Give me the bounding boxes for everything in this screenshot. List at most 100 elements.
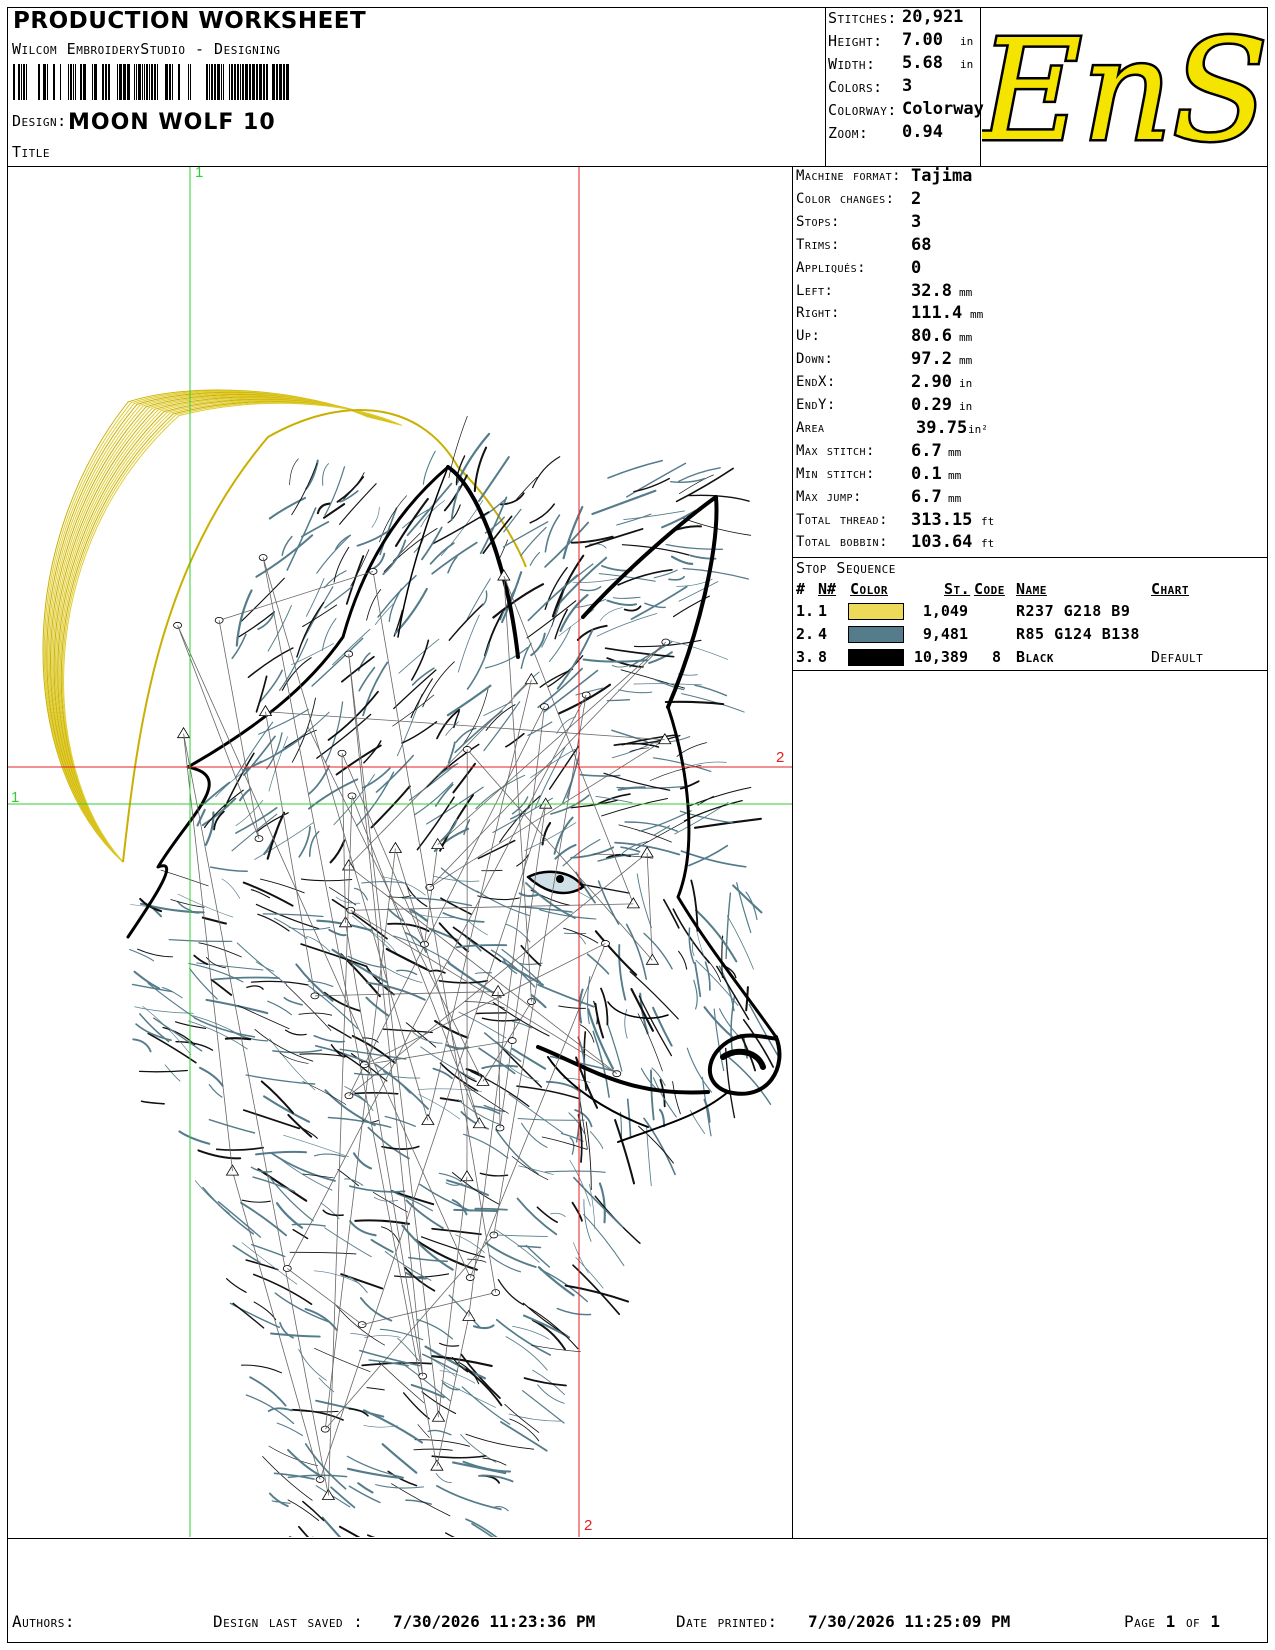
sidebar-divider [792,166,793,1538]
stat-value: 39.75 [916,417,968,438]
stat-unit: in² [968,422,988,436]
footer-top-border [7,1538,1268,1539]
seq-needle: 4 [818,625,828,643]
summary-unit: in [960,35,974,48]
stat-unit: in [959,377,973,391]
stat-value: 6.7 [911,486,942,507]
summary-label: Colors: [828,78,883,96]
stat-value: 0.1 [911,463,942,484]
guide-label-green-top: 1 [195,164,204,181]
stat-value: Tajima [911,166,973,186]
authors-label: Authors: [12,1612,76,1631]
stat-label: Max stitch: [796,442,875,459]
stat-label: Color changes: [796,190,895,207]
seq-color-swatch [848,603,904,620]
stat-value: 68 [911,234,932,255]
col-code: Code [974,580,1005,598]
page-of: of [1185,1612,1201,1631]
seq-needle: 8 [818,648,828,666]
stat-value: 97.2 [911,349,952,370]
stat-unit: mm [948,445,962,459]
summary-label: Width: [828,55,876,73]
stat-value: 80.6 [911,326,952,347]
stat-label: Min stitch: [796,465,875,482]
guide-label-green-left: 1 [11,789,20,806]
col-chart: Chart [1151,580,1190,598]
guide-label-red-bottom: 2 [584,1517,593,1534]
seq-code: 8 [992,648,1002,666]
guide-label-red-right: 2 [776,749,785,766]
logo: EnS [974,8,1270,176]
seq-name: R85 G124 B138 [1016,625,1140,643]
design-canvas [8,167,792,1537]
stat-value: 0 [911,257,922,278]
stat-unit: mm [948,468,962,482]
stat-value: 2 [911,188,922,209]
design-name: MOON WOLF 10 [68,110,276,135]
stats-bottom-border [792,557,1268,558]
seq-needle: 1 [818,602,828,620]
stat-label: Trims: [796,236,840,253]
barcode [13,64,289,100]
worksheet-title: PRODUCTION WORKSHEET [13,8,367,34]
seq-num: 1. [796,602,815,620]
stop-sequence-header: # N# Color St. Code Name Chart [796,580,1266,600]
stat-unit: ft [981,537,995,551]
seq-chart: Default [1151,648,1204,666]
design-label: Design: [12,112,67,130]
summary-label: Height: [828,32,883,50]
stat-label: Down: [796,351,834,368]
header-divider-right [980,7,981,166]
summary-value: 0.94 [902,122,943,142]
summary-value: 5.68 [902,53,943,73]
stop-sequence-rows: 1. 1 1,049 R237 G218 B9 2. 4 9,481 R85 G124 B13… [796,602,1266,668]
stat-label: EndX: [796,374,836,391]
stat-label: Right: [796,305,840,322]
last-saved-label: Design last saved : [213,1612,364,1631]
seq-name: R237 G218 B9 [1016,602,1131,620]
col-num: # [796,580,806,598]
stat-value: 2.90 [911,372,952,393]
stat-label: Area [796,419,825,436]
stat-label: Total thread: [796,511,888,528]
stat-value: 6.7 [911,440,942,461]
stat-label: Machine format: [796,168,902,184]
page-current: 1 [1165,1612,1176,1631]
stat-unit: mm [948,491,962,505]
stat-label: Total bobbin: [796,534,888,551]
stat-unit: in [959,400,973,413]
stat-unit: mm [959,331,973,345]
stat-label: Stops: [796,213,840,230]
seq-color-swatch [848,649,904,666]
stat-label: Left: [796,282,834,299]
summary-label: Colorway: [828,101,897,119]
stats-block: Machine format: Tajima Color changes: 2 Stop… [796,166,1266,554]
page-label: Page [1124,1612,1156,1631]
summary-value: 7.00 [902,30,943,50]
stat-unit: mm [959,285,973,299]
col-name: Name [1016,580,1047,598]
col-st: St. [944,580,971,598]
stat-value: 3 [911,211,922,232]
stat-label: EndY: [796,397,836,413]
stat-value: 0.29 [911,395,952,415]
summary-value: 20,921 [902,7,964,27]
seq-name: Black [1016,648,1055,666]
stat-value: 111.4 [911,303,963,324]
stat-unit: ft [981,514,995,528]
seq-stitches: 10,389 [913,648,968,666]
sequence-bottom-border [792,670,1268,671]
stat-label: Max jump: [796,488,862,505]
summary-label: Zoom: [828,124,869,142]
wolf-fur-icon [129,415,779,1537]
last-saved-value: 7/30/2026 11:23:36 PM [393,1612,596,1631]
seq-color-swatch [848,626,904,643]
summary-block: Stitches: 20,921 Height: 7.00 in Width: 5.68 in… [828,7,1004,164]
ens-logo-icon: EnS [974,8,1270,176]
summary-value: 3 [902,76,913,96]
stat-unit: mm [959,354,973,368]
stop-sequence-title: Stop Sequence [796,559,896,577]
software-name: Wilcom EmbroideryStudio - Designing [12,40,281,58]
seq-stitches: 1,049 [922,602,968,620]
page-number: Page 1 of 1 [1124,1612,1220,1631]
